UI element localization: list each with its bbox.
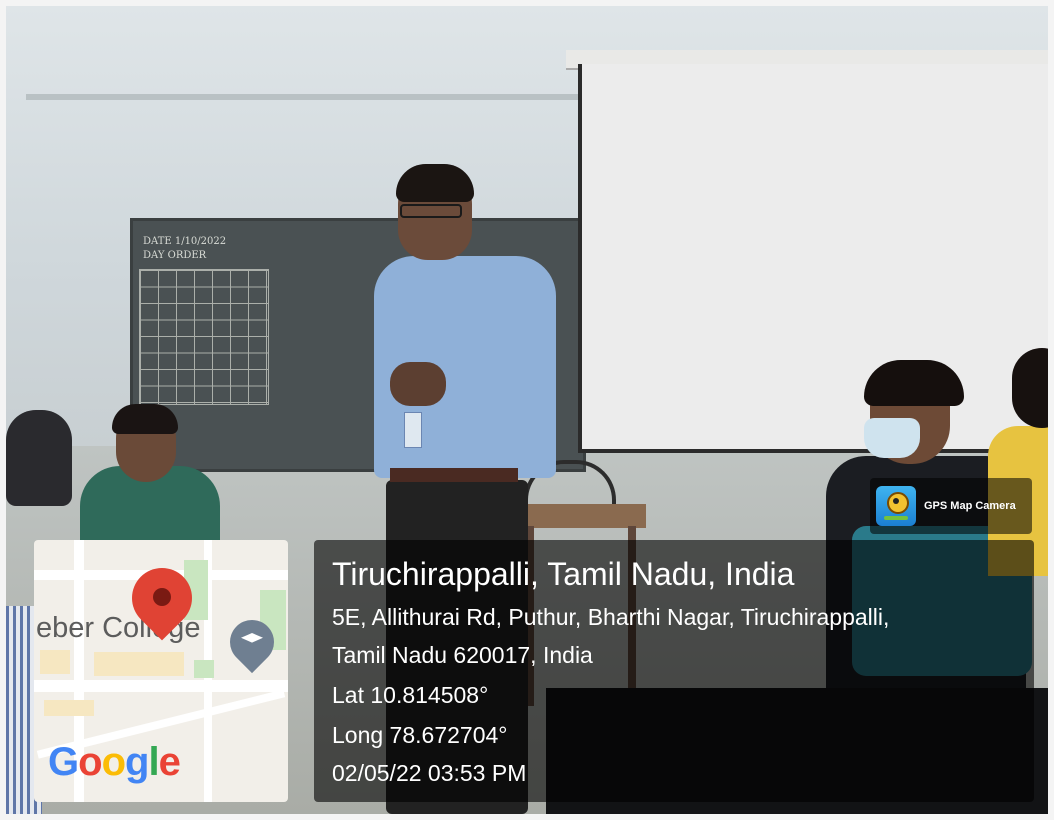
location-info-panel: Tiruchirappalli, Tamil Nadu, India 5E, A… [314, 540, 1034, 802]
chalkboard-text: DATE 1/10/2022 DAY ORDER [143, 235, 226, 263]
map-road [34, 680, 288, 692]
map-park [194, 660, 214, 678]
google-logo-letter: o [101, 740, 126, 784]
location-pin-dot [153, 588, 171, 606]
gps-app-dot [893, 498, 899, 504]
student-far-right-head [1012, 348, 1048, 428]
id-badge [404, 412, 422, 448]
map-block [94, 652, 184, 676]
google-logo-letter: G [48, 740, 79, 784]
google-logo-letter: e [158, 740, 181, 784]
wall-ledge [26, 94, 578, 100]
google-logo-letter: g [125, 740, 149, 784]
gps-map-camera-badge: GPS Map Camera [870, 478, 1032, 534]
teacher-hands [390, 362, 446, 406]
student-left-hair [112, 404, 178, 434]
location-title: Tiruchirappalli, Tamil Nadu, India [332, 556, 795, 592]
glasses [400, 204, 462, 218]
face-mask [864, 418, 920, 458]
gps-camera-app-icon [876, 486, 916, 526]
google-logo-letter: l [148, 740, 159, 784]
google-logo: Google [48, 740, 181, 785]
map-block [44, 700, 94, 716]
longitude: Long 78.672704° [332, 722, 508, 748]
address-line-2: Tamil Nadu 620017, India [332, 642, 593, 668]
timetable-grid [139, 269, 269, 405]
helmet [6, 410, 72, 506]
projector-screen [578, 64, 1048, 453]
teacher-belt [390, 468, 518, 482]
student-right-hair [864, 360, 964, 406]
map-thumbnail: eber College Google [34, 540, 288, 802]
teacher-hair [396, 164, 474, 202]
timestamp: 02/05/22 03:53 PM [332, 760, 527, 786]
google-logo-letter: o [78, 740, 102, 784]
map-block [40, 650, 70, 674]
gps-camera-label: GPS Map Camera [924, 500, 1016, 512]
address-line-1: 5E, Allithurai Rd, Puthur, Bharthi Nagar… [332, 604, 890, 630]
chalkboard-date: DATE 1/10/2022 [143, 236, 227, 247]
chalkboard-day-order: DAY ORDER [143, 250, 207, 261]
latitude: Lat 10.814508° [332, 682, 489, 708]
teacher-table [516, 504, 646, 528]
gps-app-base [884, 516, 908, 520]
